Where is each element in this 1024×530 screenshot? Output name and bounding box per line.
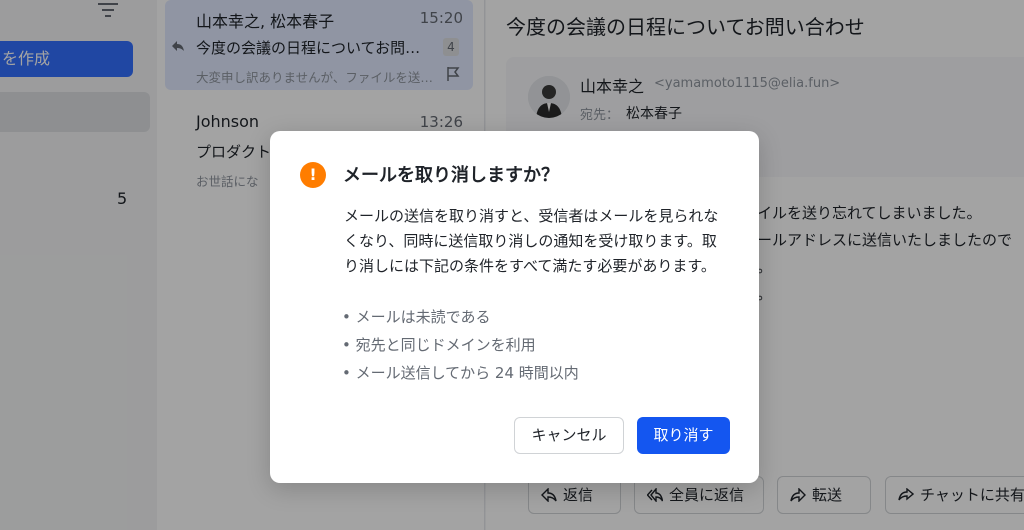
recall-confirm-button[interactable]: 取り消す — [637, 417, 730, 454]
dialog-message: メールの送信を取り消すと、受信者はメールを見られなくなり、同時に送信取り消しの通… — [344, 207, 719, 275]
recall-condition: • メールは未読である — [342, 308, 491, 326]
recall-email-dialog: ! メールを取り消しますか？ メールの送信を取り消すと、受信者はメールを見られな… — [270, 131, 759, 483]
dialog-title: メールを取り消しますか？ — [343, 165, 559, 186]
cancel-button[interactable]: キャンセル — [514, 417, 624, 454]
warning-icon: ! — [300, 162, 326, 188]
recall-condition: • 宛先と同じドメインを利用 — [342, 336, 536, 354]
recall-conditions-list: • メールは未読である • 宛先と同じドメインを利用 • メール送信してから 2… — [342, 303, 722, 387]
recall-condition: • メール送信してから 24 時間以内 — [342, 364, 579, 382]
